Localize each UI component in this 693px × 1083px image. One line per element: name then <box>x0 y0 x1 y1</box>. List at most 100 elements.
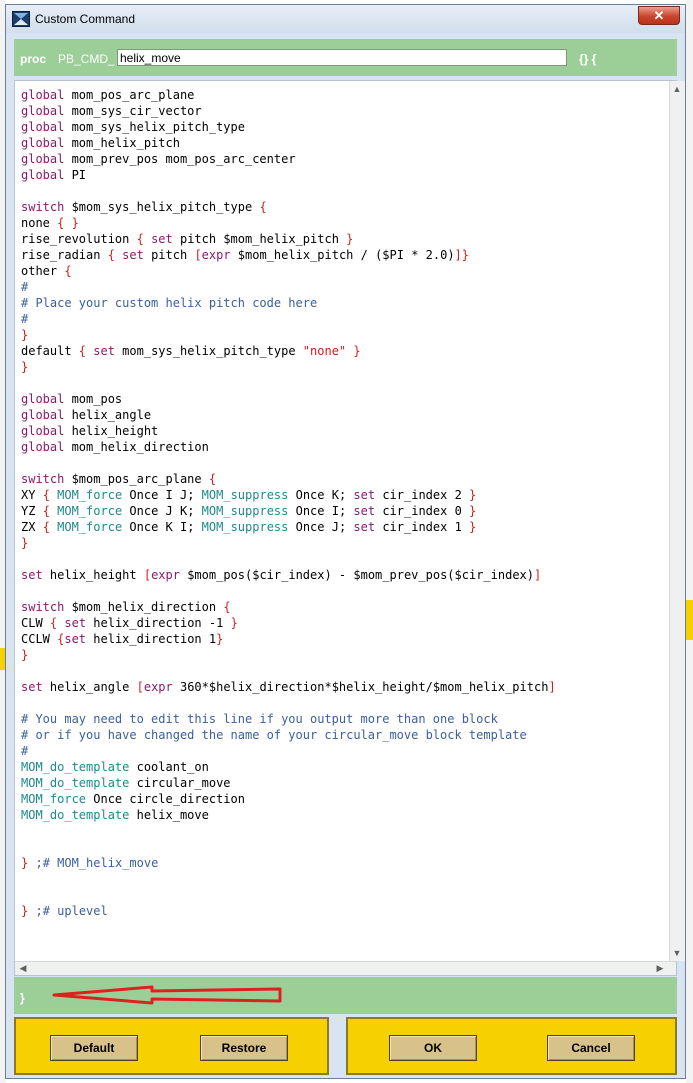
close-icon: ✕ <box>653 8 665 23</box>
code-token: global <box>21 392 65 406</box>
code-token: { <box>208 472 217 486</box>
background-right-edge <box>686 0 693 1083</box>
proc-prefix: PB_CMD_ <box>58 52 115 66</box>
restore-button[interactable]: Restore <box>200 1035 288 1061</box>
code-token: none <box>21 216 58 230</box>
code-token: MOM_do_template <box>21 760 130 774</box>
default-button[interactable]: Default <box>50 1035 138 1061</box>
code-token: ] <box>548 680 556 694</box>
code-token: } <box>230 616 238 630</box>
custom-command-dialog: Custom Command ✕ proc PB_CMD_ {} { globa… <box>5 4 686 1079</box>
code-token: pitch $mom_helix_pitch <box>172 232 347 246</box>
code-line: # or if you have changed the name of you… <box>21 727 661 743</box>
code-token: default <box>21 344 79 358</box>
code-token: CCLW <box>21 632 58 646</box>
code-line: global mom_sys_helix_pitch_type <box>21 119 661 135</box>
code-line: global mom_helix_direction <box>21 439 661 455</box>
scroll-down-icon[interactable]: ▼ <box>670 946 684 960</box>
code-token: MOM_suppress <box>201 520 289 534</box>
code-token: Once J; <box>288 520 354 534</box>
command-name-input[interactable] <box>117 49 567 66</box>
code-editor[interactable]: global mom_pos_arc_plane global mom_sys_c… <box>14 80 685 976</box>
code-token: expr <box>151 568 180 582</box>
code-token: ] <box>534 568 542 582</box>
code-token: coolant_on <box>129 760 209 774</box>
code-token: set <box>21 680 43 694</box>
code-token: helix_height <box>64 424 159 438</box>
horizontal-scrollbar[interactable]: ◀ ▶ <box>15 961 676 975</box>
code-token: } <box>21 328 29 342</box>
background-yellow-strip <box>686 600 693 640</box>
code-token: $mom_sys_helix_pitch_type <box>64 200 260 214</box>
code-line: MOM_do_template coolant_on <box>21 759 661 775</box>
scroll-up-icon[interactable]: ▲ <box>670 82 684 96</box>
code-token: # You may need to edit this line if you … <box>21 712 498 726</box>
code-line: default { set mom_sys_helix_pitch_type "… <box>21 343 661 359</box>
code-token: cir_index 1 <box>375 520 470 534</box>
code-token: mom_sys_cir_vector <box>64 104 202 118</box>
code-token: [ <box>136 680 144 694</box>
proc-args-brace: {} { <box>579 52 597 66</box>
code-line: } ;# MOM_helix_move <box>21 855 661 871</box>
code-token: { <box>107 248 115 262</box>
code-token: XY <box>21 488 43 502</box>
code-token: ;# uplevel <box>35 904 108 918</box>
code-token: rise_revolution <box>21 232 137 246</box>
code-token: } <box>216 632 224 646</box>
code-line: MOM_force Once circle_direction <box>21 791 661 807</box>
code-token: # or if you have changed the name of you… <box>21 728 527 742</box>
code-token: } <box>21 536 29 550</box>
code-line: global mom_prev_pos mom_pos_arc_center <box>21 151 661 167</box>
code-token: global <box>21 408 65 422</box>
code-line: } ;# uplevel <box>21 903 661 919</box>
code-line: global helix_height <box>21 423 661 439</box>
code-token: { <box>78 344 87 358</box>
code-token: global <box>21 88 65 102</box>
code-line: } <box>21 535 661 551</box>
code-token: { <box>42 504 50 518</box>
code-token: 360*$helix_direction*$helix_height/$mom_… <box>172 680 549 694</box>
code-token: set <box>122 248 144 262</box>
ok-button[interactable]: OK <box>389 1035 477 1061</box>
code-token: # <box>21 280 29 294</box>
code-token: { <box>259 200 267 214</box>
code-token: CLW <box>21 616 50 630</box>
code-line: other { <box>21 263 661 279</box>
code-token: helix_angle <box>42 680 137 694</box>
scroll-left-icon[interactable]: ◀ <box>16 961 30 975</box>
code-token: MOM_suppress <box>201 504 289 518</box>
code-token: set <box>93 344 115 358</box>
code-line: global PI <box>21 167 661 183</box>
scroll-right-icon[interactable]: ▶ <box>653 961 667 975</box>
code-token: global <box>21 152 65 166</box>
code-token: expr <box>201 248 231 262</box>
code-line: global mom_helix_pitch <box>21 135 661 151</box>
code-token: other <box>21 264 65 278</box>
cancel-button[interactable]: Cancel <box>547 1035 635 1061</box>
code-token: set <box>21 568 43 582</box>
code-line: CLW { set helix_direction -1 } <box>21 615 661 631</box>
vertical-scrollbar[interactable]: ▲ ▼ <box>669 81 685 961</box>
code-token: helix_angle <box>64 408 152 422</box>
code-line: MOM_do_template circular_move <box>21 775 661 791</box>
code-text-area[interactable]: global mom_pos_arc_plane global mom_sys_c… <box>21 87 661 957</box>
code-token: MOM_force <box>57 504 123 518</box>
code-token: ZX <box>21 520 43 534</box>
proc-keyword: proc <box>20 52 47 66</box>
code-token: $mom_pos_arc_plane <box>64 472 209 486</box>
close-button[interactable]: ✕ <box>638 6 680 25</box>
code-line: switch $mom_sys_helix_pitch_type { <box>21 199 661 215</box>
code-token: # <box>21 312 29 326</box>
code-token: global <box>21 440 65 454</box>
title-bar[interactable]: Custom Command ✕ <box>6 5 685 33</box>
code-token: MOM_force <box>57 520 123 534</box>
code-token: "none" <box>302 344 347 358</box>
code-token: { <box>42 520 50 534</box>
code-token: $mom_helix_pitch / ($PI * 2.0) <box>230 248 455 262</box>
code-token: { <box>64 264 72 278</box>
code-line: set helix_angle [expr 360*$helix_directi… <box>21 679 661 695</box>
left-button-panel: Default Restore <box>14 1017 329 1075</box>
code-token: switch <box>21 472 65 486</box>
